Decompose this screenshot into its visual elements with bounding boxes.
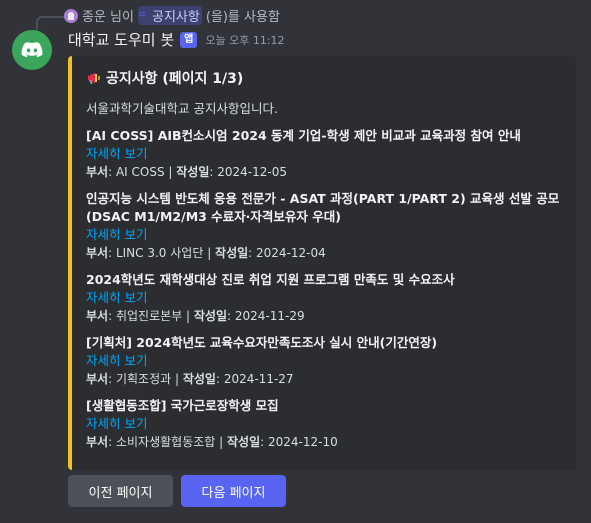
- notice-title: [AI COSS] AIB컨소시엄 2024 동계 기업-학생 제안 비교과 교…: [86, 128, 521, 143]
- notice-item: 인공지능 시스템 반도체 응용 전문가 - ASAT 과정(PART 1/PAR…: [86, 190, 562, 262]
- app-badge: 앱: [180, 31, 198, 48]
- dept-label: 부서: [86, 246, 109, 260]
- command-name[interactable]: 공지사항: [137, 6, 202, 25]
- prev-page-button[interactable]: 이전 페이지: [68, 475, 173, 507]
- notice-detail-link[interactable]: 자세히 보기: [86, 352, 562, 370]
- megaphone-icon: [88, 73, 100, 84]
- bot-name[interactable]: 대학교 도우미 봇: [68, 29, 174, 50]
- notice-item: [기획처] 2024학년도 교육수요자만족도조사 실시 안내(기간연장) 자세히…: [86, 334, 562, 388]
- date-label: 작성일: [182, 372, 216, 386]
- notice-detail-link[interactable]: 자세히 보기: [86, 289, 562, 307]
- next-page-button[interactable]: 다음 페이지: [181, 475, 286, 507]
- notice-meta: 부서: 소비자생활협동조합 | 작성일: 2024-12-10: [86, 435, 338, 449]
- notice-meta: 부서: 취업진로본부 | 작성일: 2024-11-29: [86, 309, 305, 323]
- command-suffix: (을)를 사용함: [205, 10, 280, 25]
- notice-date: 2024-11-27: [223, 372, 294, 386]
- notice-meta: 부서: AI COSS | 작성일: 2024-12-05: [86, 165, 287, 179]
- discord-logo-icon: [21, 42, 43, 58]
- bot-avatar[interactable]: [12, 30, 52, 70]
- date-label: 작성일: [227, 435, 261, 449]
- dept-label: 부서: [86, 372, 109, 386]
- embed-title-text: 공지사항 (페이지 1/3): [106, 71, 244, 87]
- command-user[interactable]: 종운 님이: [82, 6, 134, 25]
- user-avatar-icon[interactable]: [64, 8, 78, 23]
- embed-title: 공지사항 (페이지 1/3): [86, 68, 562, 88]
- notice-date: 2024-12-04: [256, 246, 326, 260]
- discord-message-view: 종운 님이 공지사항 (을)를 사용함 대학교 도우미 봇 앱 오늘 오후 11…: [0, 0, 591, 523]
- message-header: 대학교 도우미 봇 앱 오늘 오후 11:12: [68, 29, 285, 50]
- notice-item: [생활협동조합] 국가근로장학생 모집 자세히 보기 부서: 소비자생활협동조합…: [86, 397, 562, 451]
- notice-dept: 소비자생활협동조합: [115, 435, 216, 449]
- notice-dept: 기획조정과: [115, 372, 172, 386]
- notice-list: [AI COSS] AIB컨소시엄 2024 동계 기업-학생 제안 비교과 교…: [86, 127, 562, 451]
- date-label: 작성일: [193, 309, 227, 323]
- notice-detail-link[interactable]: 자세히 보기: [86, 415, 562, 433]
- notice-detail-link[interactable]: 자세히 보기: [86, 226, 562, 244]
- embed-description: 서울과학기술대학교 공지사항입니다.: [86, 101, 278, 116]
- command-name-label: 공지사항: [151, 10, 200, 25]
- dept-label: 부서: [86, 435, 109, 449]
- notice-date: 2024-12-10: [267, 435, 338, 449]
- notice-title: 2024학년도 재학생대상 진로 취업 지원 프로그램 만족도 및 수요조사: [86, 272, 455, 287]
- notice-dept: 취업진로본부: [115, 309, 183, 323]
- command-usage-line: 종운 님이 공지사항 (을)를 사용함: [34, 6, 280, 25]
- slash-command-icon: [139, 7, 150, 22]
- notice-date: 2024-11-29: [234, 309, 305, 323]
- notice-dept: LINC 3.0 사업단: [115, 246, 204, 260]
- date-label: 작성일: [215, 246, 249, 260]
- notice-title: [기획처] 2024학년도 교육수요자만족도조사 실시 안내(기간연장): [86, 335, 438, 350]
- date-label: 작성일: [176, 165, 210, 179]
- notice-meta: 부서: LINC 3.0 사업단 | 작성일: 2024-12-04: [86, 246, 326, 260]
- notice-title: 인공지능 시스템 반도체 응용 전문가 - ASAT 과정(PART 1/PAR…: [86, 191, 560, 224]
- notice-meta: 부서: 기획조정과 | 작성일: 2024-11-27: [86, 372, 294, 386]
- pagination-buttons: 이전 페이지 다음 페이지: [68, 475, 286, 507]
- notice-date: 2024-12-05: [217, 165, 287, 179]
- notice-dept: AI COSS: [115, 165, 165, 179]
- notice-embed: 공지사항 (페이지 1/3) 서울과학기술대학교 공지사항입니다. [AI CO…: [68, 56, 576, 470]
- notice-item: 2024학년도 재학생대상 진로 취업 지원 프로그램 만족도 및 수요조사 자…: [86, 271, 562, 325]
- notice-title: [생활협동조합] 국가근로장학생 모집: [86, 398, 279, 413]
- notice-item: [AI COSS] AIB컨소시엄 2024 동계 기업-학생 제안 비교과 교…: [86, 127, 562, 181]
- notice-detail-link[interactable]: 자세히 보기: [86, 145, 562, 163]
- dept-label: 부서: [86, 309, 109, 323]
- message-timestamp: 오늘 오후 11:12: [205, 33, 285, 47]
- dept-label: 부서: [86, 165, 109, 179]
